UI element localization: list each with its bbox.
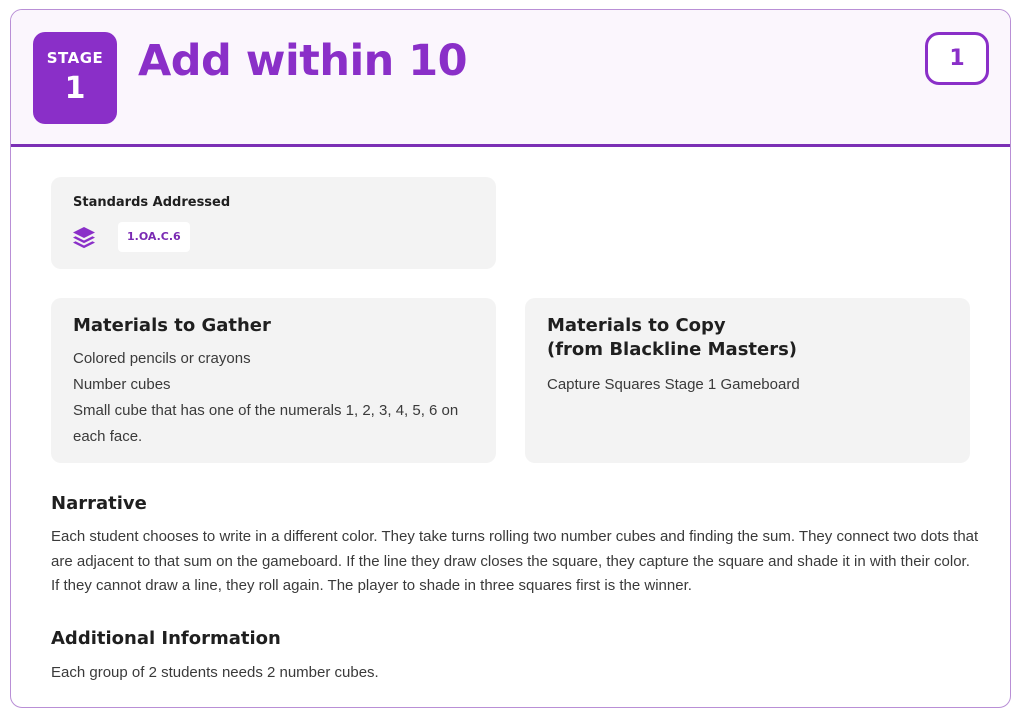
standard-tag[interactable]: 1.OA.C.6: [118, 222, 190, 252]
materials-copy-title: Materials to Copy (from Blackline Master…: [547, 314, 947, 362]
materials-copy-panel: Materials to Copy (from Blackline Master…: [525, 298, 970, 463]
materials-copy-title-line2: (from Blackline Masters): [547, 339, 798, 360]
stage-number: 1: [64, 71, 86, 106]
list-item: Small cube that has one of the numerals …: [73, 402, 459, 445]
list-item: Number cubes: [73, 376, 171, 393]
list-item: Colored pencils or crayons: [73, 350, 251, 367]
standards-title: Standards Addressed: [73, 195, 231, 210]
additional-info-text: Each group of 2 students needs 2 number …: [51, 664, 379, 681]
materials-gather-title: Materials to Gather: [73, 315, 271, 336]
list-item: Capture Squares Stage 1 Gameboard: [547, 376, 800, 393]
materials-copy-title-line1: Materials to Copy: [547, 315, 726, 336]
stage-label: STAGE: [46, 49, 104, 67]
card-header: STAGE 1 Add within 10 1: [11, 10, 1010, 147]
narrative-title: Narrative: [51, 493, 147, 514]
materials-gather-list: Colored pencils or crayons Number cubes …: [73, 346, 483, 450]
additional-info-title: Additional Information: [51, 628, 281, 649]
stage-card: STAGE 1 Add within 10 1 Standards Addres…: [10, 9, 1011, 708]
stage-badge: STAGE 1: [33, 32, 117, 124]
standards-panel: Standards Addressed 1.OA.C.6: [51, 177, 496, 269]
page-title: Add within 10: [138, 36, 468, 86]
narrative-text: Each student chooses to write in a diffe…: [51, 528, 979, 594]
materials-gather-panel: Materials to Gather Colored pencils or c…: [51, 298, 496, 463]
layers-icon: [73, 227, 95, 249]
lesson-number-badge: 1: [925, 32, 989, 85]
